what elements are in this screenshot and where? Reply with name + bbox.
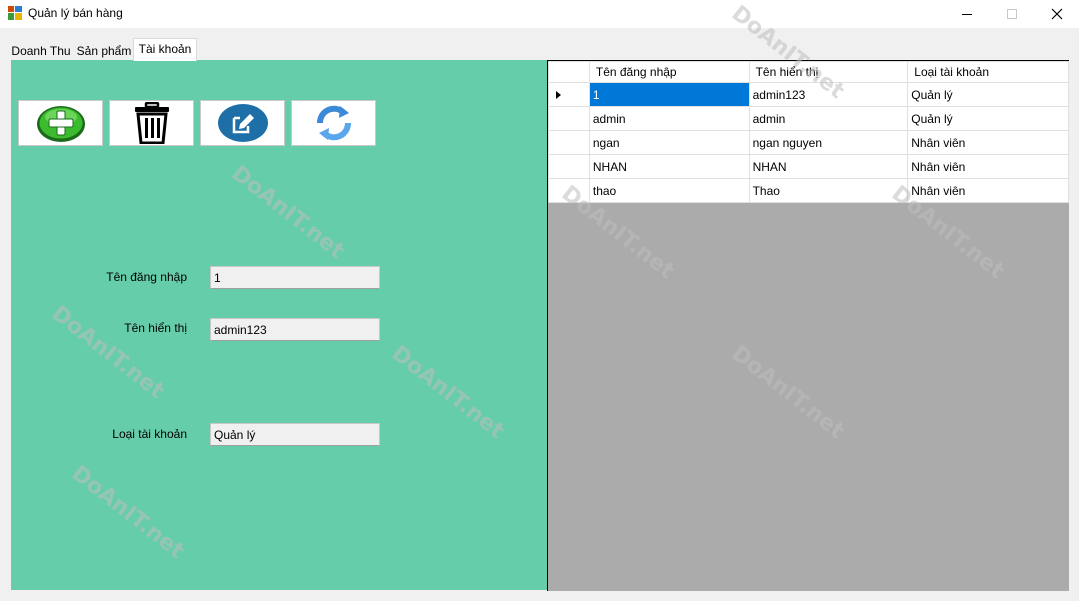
grid-cell-displayname[interactable]: admin123 (748, 82, 909, 107)
add-button[interactable] (18, 100, 103, 146)
accounttype-label: Loại tài khoản (112, 427, 187, 441)
grid-cell-username[interactable]: admin (588, 106, 750, 131)
row-header[interactable] (548, 178, 590, 203)
table-row[interactable]: ngan ngan nguyen Nhân viên (548, 130, 1069, 155)
row-header[interactable] (548, 106, 590, 131)
accounts-table: Tên đăng nhập Tên hiển thị Loại tài khoả… (548, 61, 1069, 203)
grid-cell-displayname[interactable]: Thao (748, 178, 909, 203)
displayname-label: Tên hiển thị (124, 321, 187, 335)
grid-cell-accounttype[interactable]: Nhân viên (907, 154, 1069, 179)
grid-cell-username[interactable]: 1 (588, 82, 750, 107)
grid-cell-username[interactable]: ngan (588, 130, 750, 155)
tab-doanh-thu[interactable]: Doanh Thu (8, 42, 74, 60)
column-header-accounttype[interactable]: Loại tài khoản (907, 61, 1069, 83)
table-row[interactable]: admin admin Quản lý (548, 106, 1069, 131)
row-header[interactable] (548, 130, 590, 155)
grid-corner-header[interactable] (548, 61, 590, 83)
grid-cell-accounttype[interactable]: Quản lý (907, 82, 1069, 107)
grid-cell-accounttype[interactable]: Nhân viên (907, 178, 1069, 203)
accounttype-input[interactable] (210, 423, 380, 446)
title-bar: Quản lý bán hàng (0, 0, 1079, 28)
minimize-icon (962, 13, 972, 15)
edit-button[interactable] (200, 100, 285, 146)
table-row[interactable]: thao Thao Nhân viên (548, 178, 1069, 203)
close-button[interactable] (1034, 0, 1079, 28)
window-title: Quản lý bán hàng (28, 6, 123, 20)
column-header-username[interactable]: Tên đăng nhập (588, 61, 750, 83)
row-header[interactable] (548, 154, 590, 179)
add-plus-icon (36, 106, 85, 142)
maximize-button[interactable] (989, 0, 1035, 28)
edit-pencil-icon (217, 104, 268, 142)
tab-san-pham[interactable]: Sản phẩm (74, 42, 134, 60)
displayname-input[interactable] (210, 318, 380, 341)
table-row[interactable]: NHAN NHAN Nhân viên (548, 154, 1069, 179)
grid-cell-displayname[interactable]: ngan nguyen (748, 130, 909, 155)
grid-header-row: Tên đăng nhập Tên hiển thị Loại tài khoả… (548, 61, 1069, 83)
table-row[interactable]: 1 admin123 Quản lý (548, 82, 1069, 107)
close-icon (1051, 8, 1063, 20)
accounts-grid[interactable]: Tên đăng nhập Tên hiển thị Loại tài khoả… (547, 60, 1069, 591)
username-input[interactable] (210, 266, 380, 289)
row-header[interactable] (548, 82, 590, 107)
delete-button[interactable] (109, 100, 194, 146)
trash-icon (134, 102, 169, 144)
grid-cell-displayname[interactable]: NHAN (748, 154, 909, 179)
grid-cell-accounttype[interactable]: Nhân viên (907, 130, 1069, 155)
tab-tai-khoan[interactable]: Tài khoản (133, 38, 197, 61)
refresh-button[interactable] (291, 100, 376, 146)
minimize-button[interactable] (944, 0, 990, 28)
maximize-icon (1007, 9, 1017, 19)
grid-cell-username[interactable]: thao (588, 178, 750, 203)
grid-cell-username[interactable]: NHAN (588, 154, 750, 179)
grid-cell-accounttype[interactable]: Quản lý (907, 106, 1069, 131)
current-row-arrow-icon (556, 91, 561, 99)
account-form-panel: Tên đăng nhập Tên hiển thị Loại tài khoả… (11, 60, 547, 590)
username-label: Tên đăng nhập (106, 270, 187, 284)
refresh-icon (316, 105, 351, 141)
grid-cell-displayname[interactable]: admin (748, 106, 909, 131)
app-icon (8, 6, 22, 20)
column-header-displayname[interactable]: Tên hiển thị (748, 61, 909, 83)
